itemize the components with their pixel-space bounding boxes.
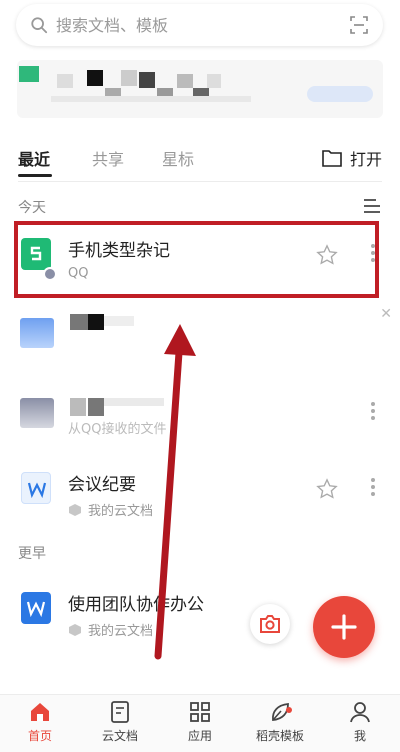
nav-label: 首页 [27,729,52,743]
redacted-block [70,314,88,330]
close-icon[interactable]: ✕ [380,306,392,322]
file-location-label: 我的云文档 [88,624,154,639]
file-row[interactable]: 从QQ接收的文件 [0,380,400,458]
nav-profile[interactable]: 我 [320,701,400,744]
redacted-block [207,74,221,88]
file-row[interactable]: 会议纪要 我的云文档 [0,456,400,534]
redacted-block [104,316,134,326]
nav-label: 我 [353,729,366,743]
promo-banner[interactable] [17,60,383,118]
redacted-block [70,398,86,416]
home-icon [31,703,49,721]
file-row[interactable] [0,300,400,378]
nav-cloud-docs[interactable]: 云文档 [80,701,160,744]
tab-shared[interactable]: 共享 [92,146,124,170]
more-options-icon[interactable] [370,402,376,420]
cloud-doc-icon [111,701,129,723]
redacted-block [87,70,103,86]
folder-icon [322,150,342,167]
new-document-button[interactable] [313,596,375,658]
redacted-block [88,314,104,330]
scan-icon[interactable] [349,15,369,35]
nav-home[interactable]: 首页 [0,701,80,744]
notification-dot [286,707,292,713]
redacted-block [104,398,164,406]
sort-list-icon[interactable] [364,199,380,213]
redacted-block [19,66,39,82]
nav-label: 应用 [187,729,212,743]
search-icon [31,17,48,34]
file-location: 我的云文档 [68,500,153,519]
redacted-text-line [51,96,251,102]
file-location: 我的云文档 [68,620,153,639]
camera-scan-button[interactable] [250,604,290,644]
section-label-earlier: 更早 [18,546,46,562]
file-title: 会议纪要 [68,475,136,495]
cloud-cube-icon [69,623,81,636]
profile-icon [350,702,370,723]
nav-label: 云文档 [101,729,138,743]
tab-bar: 最近 共享 星标 打开 [0,138,400,182]
redacted-block [88,398,104,416]
nav-label: 稻壳模板 [255,729,304,743]
redacted-block [139,72,155,88]
section-label-today: 今天 [18,200,46,216]
apps-grid-icon [190,702,210,722]
open-button-label: 打开 [349,150,382,169]
bottom-nav-bar: 首页 云文档 应用 稻壳模板 我 [0,694,400,752]
divider [18,181,382,182]
blurred-icon [20,398,54,428]
annotation-highlight-box [14,221,379,298]
wps-home-screen: 最近 共享 星标 打开 今天 手机类型杂记 QQ [0,0,400,752]
search-input[interactable] [56,15,349,35]
camera-icon [260,615,280,633]
redacted-block [177,74,193,88]
tab-active-indicator [18,174,52,177]
word-doc-icon [21,472,51,504]
file-source: 从QQ接收的文件 [68,422,167,437]
nav-templates[interactable]: 稻壳模板 [240,701,320,744]
blurred-icon [20,318,54,348]
star-icon[interactable] [316,478,338,500]
banner-button-placeholder [307,86,373,102]
tab-recent[interactable]: 最近 [18,146,50,170]
plus-icon [331,614,357,640]
word-doc-icon [21,592,51,624]
redacted-block [121,70,137,86]
tab-starred[interactable]: 星标 [162,146,194,170]
more-options-icon[interactable] [370,478,376,496]
file-title: 使用团队协作办公 [68,595,204,615]
redacted-block [57,74,73,88]
search-bar[interactable] [16,4,383,46]
open-button[interactable]: 打开 [322,146,382,170]
file-location-label: 我的云文档 [88,504,154,519]
cloud-cube-icon [69,503,81,516]
nav-apps[interactable]: 应用 [160,701,240,744]
